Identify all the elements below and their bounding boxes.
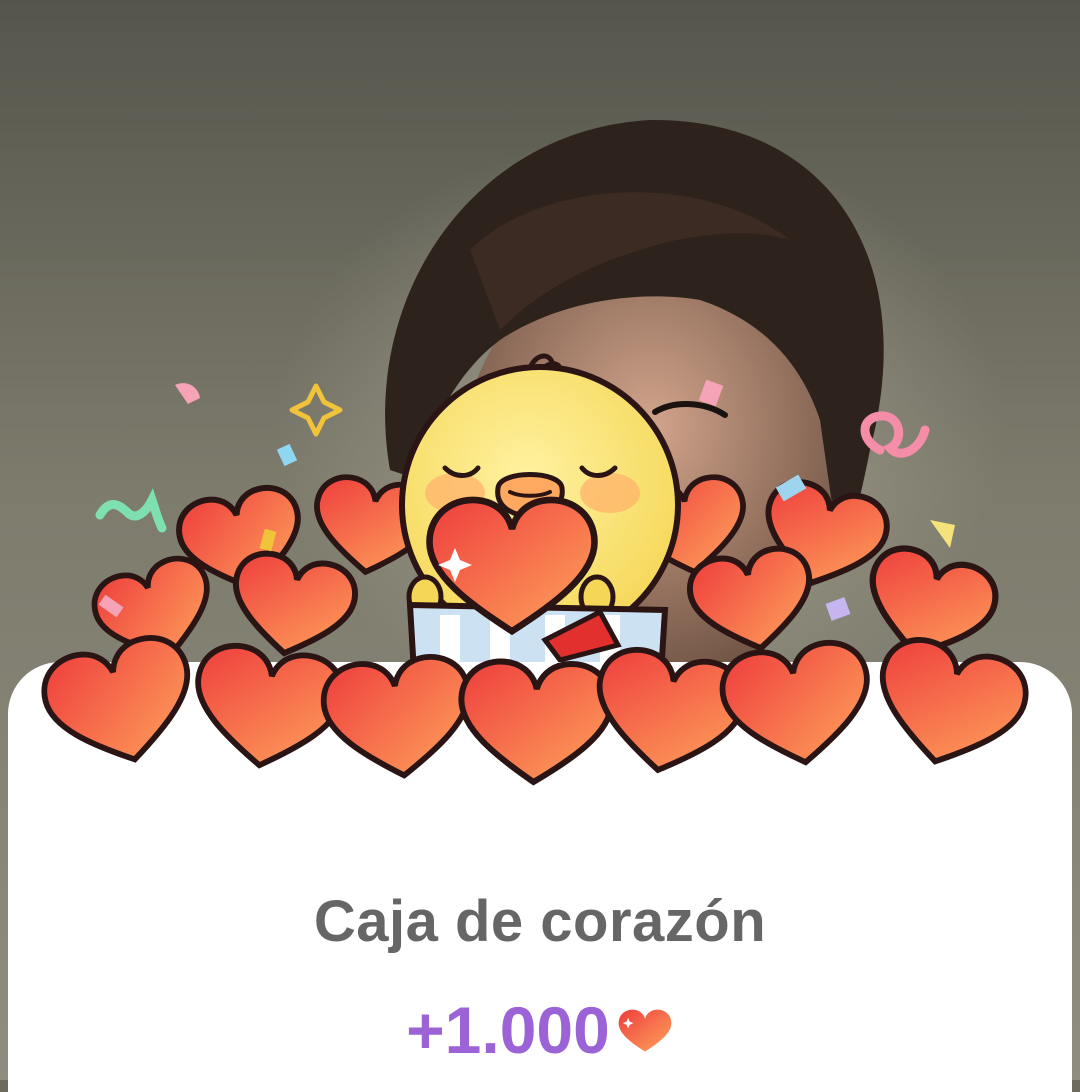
heart-icon xyxy=(618,1009,672,1052)
reward-title: Caja de corazón xyxy=(313,889,767,954)
reward-amount-row: +1.000 xyxy=(0,992,1080,1068)
heart-pile-front xyxy=(37,630,1034,785)
reward-amount: +1.000 xyxy=(406,993,610,1067)
